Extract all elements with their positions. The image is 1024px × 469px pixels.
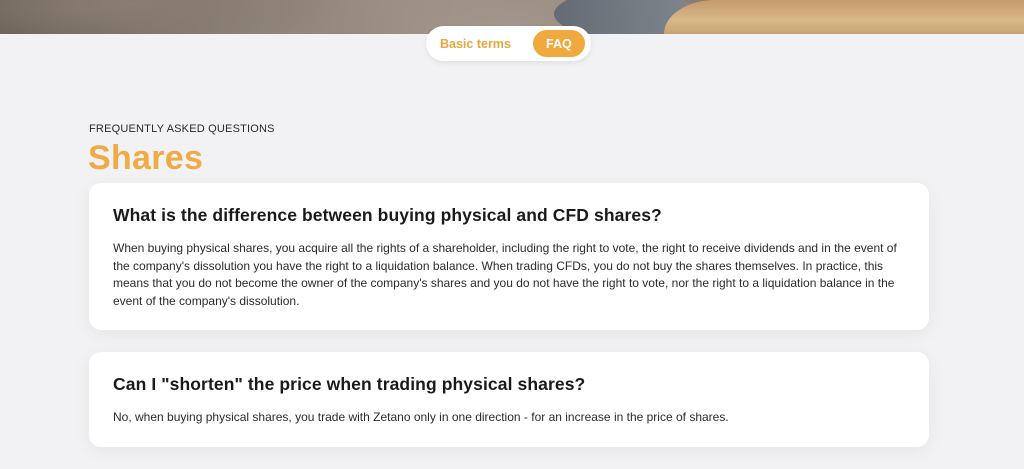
faq-question: Can I "shorten" the price when trading p… [113,374,586,394]
faq-card[interactable]: Can I "shorten" the price when trading p… [89,352,929,447]
faq-question: What is the difference between buying ph… [113,205,662,225]
tab-faq[interactable]: FAQ [532,30,585,57]
section-eyebrow: FREQUENTLY ASKED QUESTIONS [89,123,275,135]
faq-answer: When buying physical shares, you acquire… [113,241,897,308]
section-tab-switch: Basic terms FAQ [426,26,591,61]
section-title: Shares [88,139,204,177]
faq-card[interactable]: What is the difference between buying ph… [89,183,929,330]
tab-basic-terms[interactable]: Basic terms [440,37,511,51]
hero-image-desk [664,0,1024,34]
faq-answer: No, when buying physical shares, you tra… [113,410,729,424]
